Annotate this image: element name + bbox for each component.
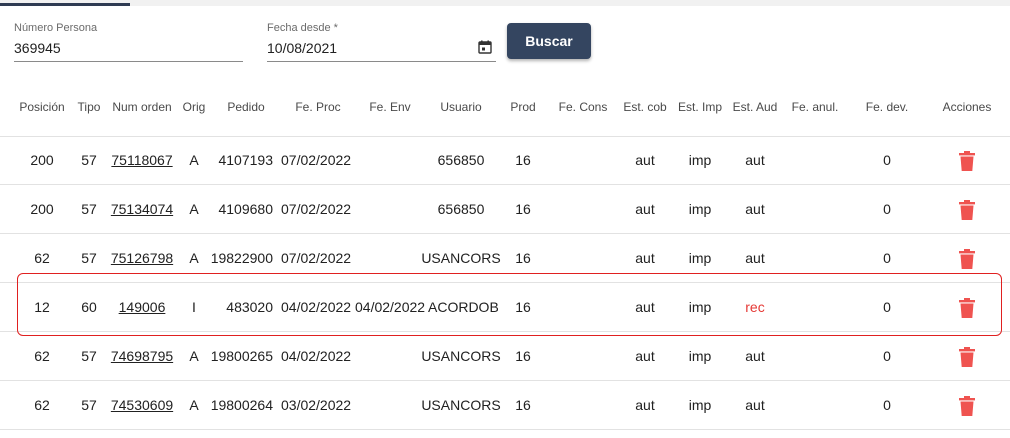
persona-underline: [14, 61, 243, 62]
fecha-desde-field[interactable]: Fecha desde * 10/08/2021: [267, 22, 496, 62]
column-header: Fe. Cons: [558, 100, 608, 114]
column-header: Num orden: [112, 100, 172, 114]
est-aud-cell: aut: [745, 348, 765, 364]
column-header: Est. Aud: [732, 100, 778, 114]
est-imp-cell: imp: [688, 348, 712, 364]
row-divider: [0, 429, 1010, 430]
est-aud-cell: aut: [745, 397, 765, 413]
pedido-cell: 4107193: [218, 152, 273, 168]
est-imp-cell: imp: [688, 152, 712, 168]
fe-dev-cell: 0: [883, 201, 891, 217]
usuario-cell: USANCORS: [421, 397, 501, 413]
trash-icon[interactable]: [958, 347, 976, 367]
posicion-cell: 200: [30, 152, 54, 168]
table-row: 200 57 75134074 A 4109680 07/02/2022 656850 16 a…: [0, 185, 1010, 234]
persona-field[interactable]: Número Persona 369945: [14, 22, 243, 62]
tipo-cell: 57: [81, 152, 97, 168]
trash-icon[interactable]: [958, 151, 976, 171]
fe-proc-cell: 07/02/2022: [281, 152, 352, 168]
column-header: Acciones: [942, 100, 992, 114]
column-header: Fe. dev.: [865, 100, 909, 114]
orig-cell: A: [189, 152, 199, 168]
num-orden-link[interactable]: 74530609: [111, 381, 173, 430]
column-header: Usuario: [440, 100, 482, 114]
est-aud-cell: aut: [745, 201, 765, 217]
num-orden-link[interactable]: 74698795: [111, 332, 173, 381]
active-tab-indicator: [0, 3, 130, 6]
table-row: 62 57 74698795 A 19800265 04/02/2022 USANCORS 1…: [0, 332, 1010, 381]
est-cob-cell: aut: [635, 348, 655, 364]
fe-dev-cell: 0: [883, 397, 891, 413]
fe-proc-cell: 07/02/2022: [281, 201, 352, 217]
tipo-cell: 57: [81, 397, 97, 413]
pedido-cell: 19800265: [210, 348, 273, 364]
column-header: Fe. Env: [369, 100, 411, 114]
table-row: 62 57 74530609 A 19800264 03/02/2022 USANCORS 1…: [0, 381, 1010, 430]
est-imp-cell: imp: [688, 201, 712, 217]
table-row: 200 57 75118067 A 4107193 07/02/2022 656850 16 a…: [0, 136, 1010, 185]
column-header: Posición: [19, 100, 65, 114]
usuario-cell: 656850: [437, 201, 485, 217]
trash-icon[interactable]: [958, 200, 976, 220]
fe-proc-cell: 04/02/2022: [281, 348, 352, 364]
tipo-cell: 57: [81, 201, 97, 217]
fe-dev-cell: 0: [883, 348, 891, 364]
fe-dev-cell: 0: [883, 152, 891, 168]
prod-cell: 16: [515, 397, 531, 413]
est-cob-cell: aut: [635, 201, 655, 217]
est-cob-cell: aut: [635, 152, 655, 168]
posicion-cell: 62: [34, 397, 50, 413]
orig-cell: A: [189, 348, 199, 364]
num-orden-link[interactable]: 75118067: [111, 136, 172, 185]
trash-icon[interactable]: [958, 249, 976, 269]
prod-cell: 16: [515, 201, 531, 217]
usuario-cell: 656850: [437, 152, 485, 168]
est-aud-cell: aut: [745, 152, 765, 168]
posicion-cell: 200: [30, 201, 54, 217]
calendar-icon[interactable]: [478, 40, 492, 54]
fecha-desde-input[interactable]: 10/08/2021: [267, 40, 496, 56]
usuario-cell: USANCORS: [421, 348, 501, 364]
est-imp-cell: imp: [688, 397, 712, 413]
prod-cell: 16: [515, 348, 531, 364]
column-header: Fe. anul.: [791, 100, 839, 114]
trash-icon[interactable]: [958, 396, 976, 416]
persona-label: Número Persona: [14, 22, 98, 34]
column-header: Tipo: [77, 100, 101, 114]
persona-input[interactable]: 369945: [14, 40, 243, 56]
fecha-desde-underline: [267, 61, 496, 62]
column-header: Orig: [182, 100, 206, 114]
column-header: Prod: [510, 100, 536, 114]
pedido-cell: 4109680: [218, 201, 273, 217]
column-header: Est. Imp: [677, 100, 723, 114]
prod-cell: 16: [515, 152, 531, 168]
column-header: Pedido: [227, 100, 265, 114]
fe-proc-cell: 03/02/2022: [281, 397, 352, 413]
orig-cell: A: [189, 201, 199, 217]
num-orden-link[interactable]: 75134074: [111, 185, 173, 234]
tipo-cell: 57: [81, 348, 97, 364]
orig-cell: A: [189, 397, 199, 413]
highlighted-row-outline: [17, 273, 1002, 336]
pedido-cell: 19800264: [210, 397, 273, 413]
buscar-button[interactable]: Buscar: [507, 23, 591, 59]
fecha-desde-label: Fecha desde *: [267, 22, 338, 34]
column-header: Fe. Proc: [295, 100, 341, 114]
est-cob-cell: aut: [635, 397, 655, 413]
posicion-cell: 62: [34, 348, 50, 364]
top-tab-bar: [0, 0, 1010, 6]
column-header: Est. cob: [623, 100, 667, 114]
